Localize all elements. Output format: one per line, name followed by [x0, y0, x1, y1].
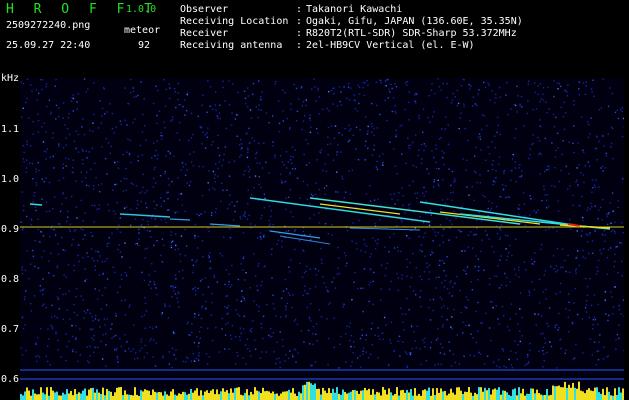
info-value-location: Ogaki, Gifu, JAPAN (136.60E, 35.35N)	[306, 16, 523, 27]
info-value-receiver: R820T2(RTL-SDR) SDR-Sharp 53.372MHz	[306, 28, 517, 39]
info-label-antenna: Receiving antenna	[180, 40, 283, 51]
unit-label: kHz	[1, 73, 20, 84]
freq-tick-label: 0.9	[1, 224, 20, 235]
timestamp: 25.09.27 22:40	[6, 40, 91, 51]
file-name: 2509272240.png	[6, 20, 91, 31]
freq-tick-label: 0.6	[1, 374, 20, 385]
info-value-antenna: 2el-HB9CV Vertical (el. E-W)	[306, 40, 475, 51]
freq-tick-label: 0.8	[1, 274, 20, 285]
info-label-observer: Observer	[180, 4, 229, 15]
freq-tick-label: 1.0	[1, 174, 20, 185]
spectrogram-background	[20, 78, 624, 400]
info-colon: :	[296, 4, 303, 15]
type-label: meteor	[124, 25, 161, 36]
info-label-location: Receiving Location	[180, 16, 289, 27]
freq-tick-label: 1.1	[1, 124, 20, 135]
meteor-trace	[29, 203, 43, 206]
info-colon: :	[296, 40, 303, 51]
info-value-observer: Takanori Kawachi	[306, 4, 403, 15]
info-label-receiver: Receiver	[180, 28, 229, 39]
header-panel: H R O F F T 1.0.0 2509272240.png meteor …	[0, 0, 629, 70]
meteor-count: 92	[138, 40, 151, 51]
info-colon: :	[296, 28, 303, 39]
info-colon: :	[296, 16, 303, 27]
app-version: 1.0.0	[126, 4, 157, 15]
spectrogram	[20, 78, 624, 400]
freq-tick-label: 0.7	[1, 324, 20, 335]
